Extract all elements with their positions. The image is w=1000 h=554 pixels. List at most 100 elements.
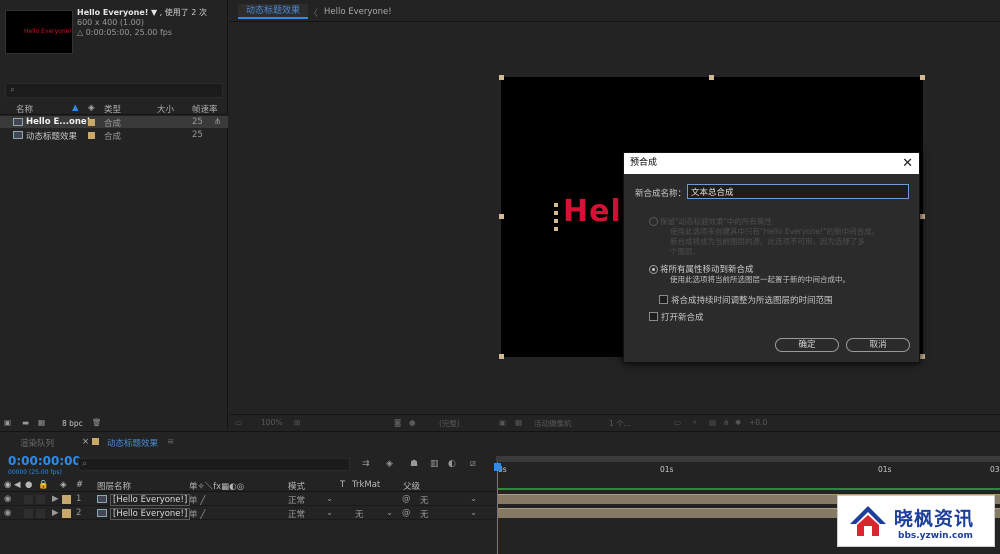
delete-icon[interactable]: 🗑 bbox=[92, 418, 102, 427]
chevron-down-icon[interactable]: ⌄ bbox=[386, 508, 393, 518]
interpret-footage-icon[interactable]: ▣ bbox=[4, 418, 11, 427]
option-keep-attributes-radio[interactable] bbox=[649, 217, 658, 226]
transparency-grid-icon[interactable]: ▦ bbox=[515, 418, 522, 427]
transform-handle[interactable] bbox=[499, 354, 504, 359]
zoom-dropdown[interactable]: 100% bbox=[261, 418, 282, 427]
timeline-icon[interactable]: ▤ bbox=[709, 418, 716, 427]
column-type[interactable]: 类型 bbox=[104, 103, 121, 115]
close-icon[interactable]: ✕ bbox=[902, 153, 913, 174]
chevron-down-icon[interactable]: ⌄ bbox=[470, 494, 477, 504]
chevron-down-icon[interactable]: ⌄ bbox=[470, 508, 477, 518]
current-time-indicator[interactable] bbox=[497, 462, 498, 554]
new-folder-icon[interactable]: ▬ bbox=[22, 418, 29, 427]
canvas-text-layer[interactable]: Hel bbox=[563, 194, 622, 229]
mode-dropdown[interactable]: 正常 bbox=[288, 508, 305, 520]
parent-dropdown[interactable]: 无 bbox=[420, 494, 429, 506]
lock-icon[interactable]: 🔒 bbox=[38, 480, 49, 490]
composition-mini-flowchart-icon[interactable]: ⇉ bbox=[362, 459, 370, 469]
toggle-pixel-aspect-icon[interactable]: ▭ bbox=[674, 418, 681, 427]
tab-hello-everyone[interactable]: Hello Everyone! bbox=[324, 7, 392, 17]
expand-icon[interactable]: ▶ bbox=[52, 508, 59, 518]
camera-snapshot-icon[interactable]: ◙ bbox=[394, 418, 401, 427]
draft-3d-icon[interactable]: ◈ bbox=[386, 459, 393, 469]
layer-row[interactable]: ◉ ▶ 2 [Hello Everyone!] 单 ╱ 正常 ⌄ 无 ⌄ @ 无… bbox=[0, 507, 496, 520]
resolution-dropdown[interactable]: (完整) bbox=[439, 418, 460, 429]
mode-dropdown[interactable]: 正常 bbox=[288, 494, 305, 506]
lock-toggle[interactable] bbox=[36, 495, 45, 504]
flowchart-icon[interactable]: ⋔ bbox=[723, 418, 729, 427]
audio-icon[interactable]: ◀ bbox=[14, 480, 21, 490]
frame-blending-icon[interactable]: ▥ bbox=[430, 459, 439, 469]
grid-icon[interactable]: ⊞ bbox=[294, 418, 300, 427]
layer-name[interactable]: [Hello Everyone!] bbox=[110, 494, 191, 506]
transform-handle[interactable] bbox=[499, 214, 504, 219]
solo-icon[interactable]: ● bbox=[25, 480, 32, 490]
layer-row[interactable]: ◉ ▶ 1 [Hello Everyone!] 单 ╱ 正常 ⌄ @ 无 ⌄ bbox=[0, 493, 496, 506]
bit-depth-button[interactable]: 8 bpc bbox=[62, 419, 83, 428]
always-preview-icon[interactable]: ▭ bbox=[235, 418, 242, 427]
current-time-display[interactable]: 0:00:00:00 bbox=[8, 454, 81, 468]
open-new-comp-checkbox[interactable] bbox=[649, 312, 658, 321]
parent-dropdown[interactable]: 无 bbox=[420, 508, 429, 520]
color-channel-icon[interactable]: ● bbox=[409, 418, 416, 427]
comp-name: Hello Everyone! bbox=[77, 8, 149, 17]
new-composition-icon[interactable]: ▦ bbox=[38, 418, 45, 427]
transform-handle[interactable] bbox=[709, 75, 714, 80]
comp-name-dropdown-icon[interactable]: ▼ , bbox=[151, 8, 162, 17]
eye-icon[interactable]: ◉ bbox=[4, 508, 11, 518]
column-size[interactable]: 大小 bbox=[157, 103, 174, 115]
project-item[interactable]: 动态标题效果 合成 25 bbox=[0, 129, 228, 142]
eye-icon[interactable]: ◉ bbox=[4, 480, 11, 490]
fast-previews-icon[interactable]: ⚡ bbox=[692, 418, 697, 427]
graph-editor-icon[interactable]: ⧄ bbox=[470, 459, 476, 469]
chevron-down-icon[interactable]: ⌄ bbox=[326, 494, 333, 504]
transform-handle[interactable] bbox=[499, 75, 504, 80]
lock-toggle[interactable] bbox=[36, 509, 45, 518]
project-search-input[interactable]: ⌕ bbox=[5, 83, 223, 98]
hide-shy-layers-icon[interactable]: ☗ bbox=[410, 459, 418, 469]
tab-render-queue[interactable]: 渲染队列 bbox=[20, 437, 54, 449]
project-item[interactable]: Hello E...one! 合成 25 ⋔ bbox=[0, 116, 228, 129]
chevron-left-icon[interactable]: 〈 bbox=[309, 6, 318, 19]
switches-icons[interactable]: 单 ╱ bbox=[189, 494, 205, 506]
label-color-swatch[interactable] bbox=[88, 132, 95, 139]
new-comp-name-input[interactable] bbox=[687, 184, 909, 199]
tab-dynamic-title[interactable]: 动态标题效果 bbox=[238, 4, 309, 19]
switches-icons[interactable]: 单 ╱ bbox=[189, 508, 205, 520]
timeline-search-input[interactable]: ⌕ bbox=[78, 458, 350, 471]
transform-handle[interactable] bbox=[920, 75, 925, 80]
layer-name[interactable]: [Hello Everyone!] bbox=[110, 508, 191, 520]
pick-whip-icon[interactable]: @ bbox=[402, 508, 411, 518]
tab-timeline-comp[interactable]: 动态标题效果 bbox=[107, 437, 158, 449]
views-dropdown[interactable]: 1 个... bbox=[609, 418, 631, 429]
cancel-button[interactable]: 取消 bbox=[846, 338, 910, 352]
trkmat-dropdown[interactable]: 无 bbox=[355, 508, 364, 520]
label-color-swatch[interactable] bbox=[88, 119, 95, 126]
region-of-interest-icon[interactable]: ▣ bbox=[499, 418, 506, 427]
transform-handle[interactable] bbox=[920, 354, 925, 359]
label-color-swatch[interactable] bbox=[62, 509, 71, 518]
column-framerate[interactable]: 帧速率 bbox=[192, 103, 218, 115]
column-name[interactable]: 名称 bbox=[16, 103, 33, 115]
solo-toggle[interactable] bbox=[24, 495, 33, 504]
menu-icon[interactable]: ≡ bbox=[167, 437, 174, 447]
sort-ascending-icon[interactable]: ▲ bbox=[72, 103, 79, 113]
column-layer-name[interactable]: 图层名称 bbox=[97, 480, 131, 492]
chevron-down-icon[interactable]: ⌄ bbox=[326, 508, 333, 518]
close-tab-icon[interactable]: × bbox=[82, 437, 89, 447]
solo-toggle[interactable] bbox=[24, 509, 33, 518]
exposure-icon[interactable]: ✱ bbox=[735, 418, 741, 427]
eye-icon[interactable]: ◉ bbox=[4, 494, 11, 504]
exposure-value[interactable]: +0.0 bbox=[749, 418, 767, 427]
transform-handle[interactable] bbox=[920, 214, 925, 219]
expand-icon[interactable]: ▶ bbox=[52, 494, 59, 504]
flowchart-icon[interactable]: ⋔ bbox=[214, 117, 221, 127]
pick-whip-icon[interactable]: @ bbox=[402, 494, 411, 504]
motion-blur-icon[interactable]: ◐ bbox=[448, 459, 456, 469]
option-move-attributes-radio[interactable] bbox=[649, 265, 658, 274]
camera-dropdown[interactable]: 活动摄像机 bbox=[534, 418, 572, 429]
time-ruler[interactable]: 0s 01s 01s 03 bbox=[496, 456, 1000, 478]
label-color-swatch[interactable] bbox=[62, 495, 71, 504]
adjust-duration-checkbox[interactable] bbox=[659, 295, 668, 304]
ok-button[interactable]: 确定 bbox=[775, 338, 839, 352]
